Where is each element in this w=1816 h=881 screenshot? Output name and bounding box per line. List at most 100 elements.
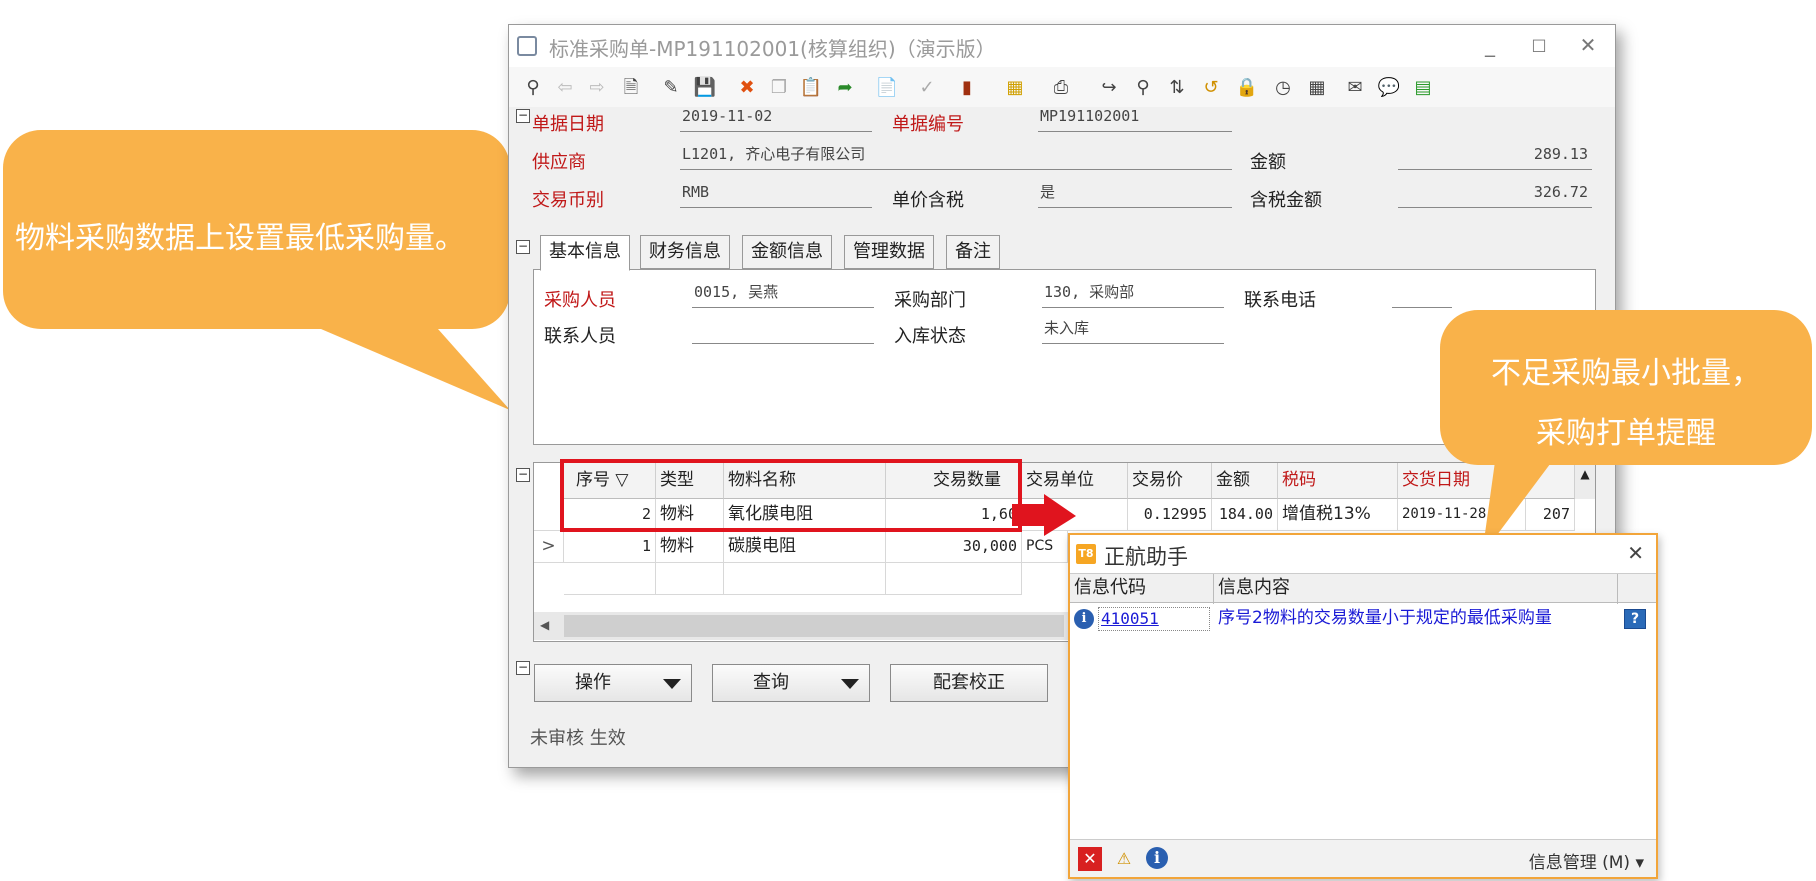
- title-bar: 标准采购单-MP191102001(核算组织)（演示版） _ □ ✕: [509, 25, 1615, 67]
- book-icon[interactable]: ▮: [955, 76, 979, 100]
- callout-right-line1: 不足采购最小批量，: [1491, 356, 1761, 391]
- row-tax-code[interactable]: 增值税13%: [1278, 499, 1398, 531]
- tab-finance-info[interactable]: 财务信息: [640, 235, 730, 269]
- save-icon[interactable]: 💾: [693, 76, 717, 100]
- phone-field[interactable]: [1392, 280, 1452, 308]
- refresh-icon[interactable]: ↺: [1199, 76, 1223, 100]
- message-row[interactable]: i 410051 序号2物料的交易数量小于规定的最低采购量 ?: [1070, 603, 1656, 633]
- chat-icon[interactable]: 💬: [1377, 76, 1401, 100]
- number-label: 单据编号: [892, 114, 964, 135]
- collapse-grid-icon[interactable]: −: [516, 468, 530, 482]
- empty-cell[interactable]: [724, 563, 886, 595]
- number-field[interactable]: MP191102001: [1038, 104, 1232, 132]
- query-doc-icon[interactable]: ⚲: [1131, 76, 1155, 100]
- supplier-label: 供应商: [532, 152, 586, 173]
- col-amount[interactable]: 金额: [1212, 463, 1278, 499]
- mail-icon[interactable]: ✉: [1343, 76, 1367, 100]
- col-info-code[interactable]: 信息代码: [1070, 574, 1214, 604]
- calculator-icon[interactable]: ▦: [1305, 76, 1329, 100]
- tab-notes[interactable]: 备注: [946, 235, 1000, 269]
- minimize-button[interactable]: _: [1475, 33, 1505, 57]
- collapse-header-icon[interactable]: −: [516, 109, 530, 123]
- info-filter-icon[interactable]: i: [1146, 847, 1168, 869]
- contact-field[interactable]: [692, 316, 874, 344]
- collapse-actions-icon[interactable]: −: [516, 661, 530, 675]
- status-label: 入库状态: [894, 326, 966, 347]
- row-amount: 184.00: [1212, 499, 1278, 531]
- scroll-up-icon[interactable]: ▲: [1575, 463, 1595, 499]
- empty-cell[interactable]: [564, 563, 656, 595]
- highlight-box: [560, 459, 1022, 532]
- empty-cell[interactable]: [656, 563, 724, 595]
- popup-footer: ✕ ⚠ i 信息管理 (M) ▾: [1070, 839, 1656, 877]
- operate-button-label: 操作: [575, 672, 611, 693]
- flow-icon[interactable]: ↪: [1097, 76, 1121, 100]
- lock-icon[interactable]: 🔒: [1235, 76, 1259, 100]
- edit-icon[interactable]: ✎: [659, 76, 683, 100]
- popup-close-button[interactable]: ✕: [1627, 541, 1644, 565]
- delete-icon[interactable]: ✖: [735, 76, 759, 100]
- tax-amount-field: 326.72: [1398, 180, 1592, 208]
- copy-icon[interactable]: ❐: [767, 76, 791, 100]
- new-document-icon[interactable]: 🗎: [619, 76, 643, 100]
- transfer-icon[interactable]: ➦: [833, 76, 857, 100]
- search-icon[interactable]: ⚲: [521, 76, 545, 100]
- info-management-menu[interactable]: 信息管理 (M) ▾: [1529, 848, 1644, 873]
- currency-field[interactable]: RMB: [680, 180, 872, 208]
- error-filter-icon[interactable]: ✕: [1078, 847, 1102, 871]
- maximize-button[interactable]: □: [1524, 35, 1554, 54]
- link-icon[interactable]: ⇅: [1165, 76, 1189, 100]
- query-button-label: 查询: [753, 672, 789, 693]
- check-doc-icon[interactable]: ✓: [915, 76, 939, 100]
- tab-amount-info[interactable]: 金额信息: [742, 235, 832, 269]
- horizontal-scrollbar[interactable]: ◀: [534, 612, 1068, 640]
- image-icon[interactable]: ▦: [1003, 76, 1027, 100]
- buyer-field[interactable]: 0015, 吴燕: [692, 280, 874, 308]
- help-icon[interactable]: ?: [1624, 609, 1646, 629]
- currency-label: 交易币别: [532, 190, 604, 211]
- match-correct-button-label: 配套校正: [933, 672, 1005, 693]
- clock-icon[interactable]: ◷: [1271, 76, 1295, 100]
- supplier-field[interactable]: L1201, 齐心电子有限公司: [680, 142, 1232, 170]
- empty-cell[interactable]: [886, 563, 1022, 595]
- scroll-thumb[interactable]: [564, 615, 1064, 637]
- row-material-name[interactable]: 碳膜电阻: [724, 531, 886, 563]
- export-icon[interactable]: ▤: [1411, 76, 1435, 100]
- tab-basic-info[interactable]: 基本信息: [540, 235, 630, 271]
- scroll-left-icon[interactable]: ◀: [540, 618, 549, 632]
- callout-right-line2: 采购打单提醒: [1536, 416, 1716, 451]
- col-info-content[interactable]: 信息内容: [1214, 574, 1618, 604]
- document-icon[interactable]: 📄: [875, 76, 899, 100]
- row-type[interactable]: 物料: [656, 531, 724, 563]
- tab-management-data[interactable]: 管理数据: [844, 235, 934, 269]
- row-seq[interactable]: 1: [564, 531, 656, 563]
- tax-included-field[interactable]: 是: [1038, 180, 1232, 208]
- operate-button[interactable]: 操作: [534, 664, 692, 702]
- col-tax-code[interactable]: 税码: [1278, 463, 1398, 499]
- info-message: 序号2物料的交易数量小于规定的最低采购量: [1218, 608, 1552, 628]
- print-icon[interactable]: ⎙: [1049, 76, 1073, 100]
- dept-field[interactable]: 130, 采购部: [1042, 280, 1224, 308]
- popup-title: 正航助手: [1104, 545, 1188, 569]
- assistant-popup: T8 正航助手 ✕ 信息代码 信息内容 i 410051 序号2物料的交易数量小…: [1068, 533, 1658, 879]
- toolbar: ⚲ ⇦ ⇨ 🗎 ✎ 💾 ✖ ❐ 📋 ➦ 📄 ✓ ▮ ▦ ⎙ ↪ ⚲ ⇅ ↺ 🔒 …: [509, 67, 1615, 107]
- info-code-link[interactable]: 410051: [1098, 607, 1210, 631]
- amount-label: 金额: [1250, 152, 1286, 173]
- app-icon: [517, 36, 537, 56]
- warning-filter-icon[interactable]: ⚠: [1112, 847, 1136, 871]
- row-quantity[interactable]: 30,000: [886, 531, 1022, 563]
- paste-icon[interactable]: 📋: [799, 76, 823, 100]
- callout-left-text: 物料采购数据上设置最低采购量。: [15, 221, 465, 256]
- query-button[interactable]: 查询: [712, 664, 870, 702]
- tax-included-label: 单价含税: [892, 190, 964, 211]
- back-arrow-icon[interactable]: ⇦: [553, 76, 577, 100]
- row-price[interactable]: 0.12995: [1128, 499, 1212, 531]
- tax-amount-label: 含税金额: [1250, 190, 1322, 211]
- forward-arrow-icon[interactable]: ⇨: [585, 76, 609, 100]
- date-field[interactable]: 2019-11-02: [680, 104, 872, 132]
- col-price[interactable]: 交易价: [1128, 463, 1212, 499]
- match-correct-button[interactable]: 配套校正: [890, 664, 1048, 702]
- close-button[interactable]: ✕: [1573, 33, 1603, 57]
- status-field: 未入库: [1042, 316, 1224, 344]
- collapse-tabs-icon[interactable]: −: [516, 240, 530, 254]
